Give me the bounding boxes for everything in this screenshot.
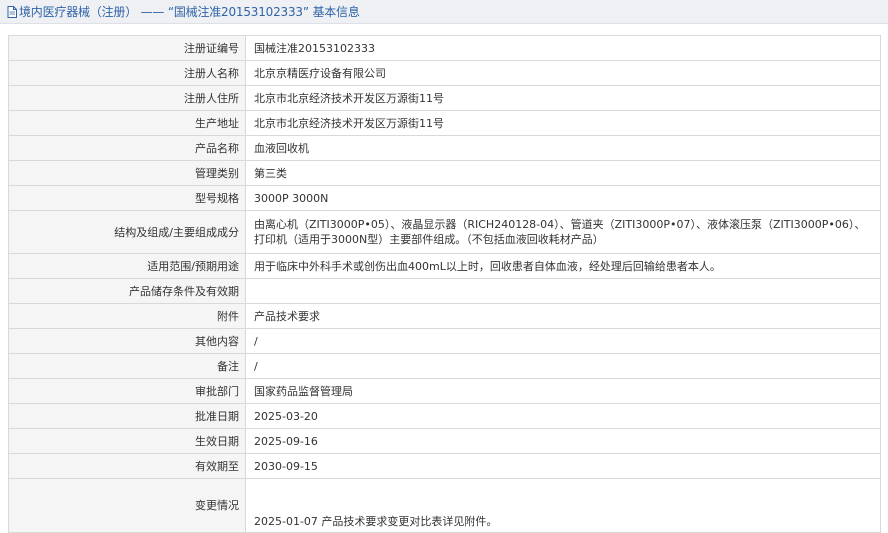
row-label: 变更情况: [8, 478, 246, 533]
row-value: 用于临床中外科手术或创伤出血400mL以上时，回收患者自体血液，经处理后回输给患…: [245, 253, 881, 279]
table-row: 备注 /: [8, 353, 881, 379]
row-label: 生产地址: [8, 110, 246, 136]
row-value: /: [245, 328, 881, 354]
row-label: 产品储存条件及有效期: [8, 278, 246, 304]
row-value: 第三类: [245, 160, 881, 186]
row-label: 产品名称: [8, 135, 246, 161]
row-value: 北京京精医疗设备有限公司: [245, 60, 881, 86]
table-row: 审批部门 国家药品监督管理局: [8, 378, 881, 404]
row-label: 备注: [8, 353, 246, 379]
row-label: 型号规格: [8, 185, 246, 211]
row-label: 审批部门: [8, 378, 246, 404]
row-value: 国械注准20153102333: [245, 35, 881, 61]
document-icon: [7, 6, 17, 18]
table-row: 结构及组成/主要组成成分 由离心机（ZITI3000P•05）、液晶显示器（RI…: [8, 210, 881, 254]
row-value: 北京市北京经济技术开发区万源街11号: [245, 85, 881, 111]
row-value: 2030-09-15: [245, 453, 881, 479]
table-row: 管理类别 第三类: [8, 160, 881, 186]
row-value: 3000P 3000N: [245, 185, 881, 211]
row-label: 批准日期: [8, 403, 246, 429]
table-row: 附件 产品技术要求: [8, 303, 881, 329]
table-row: 有效期至 2030-09-15: [8, 453, 881, 479]
page-header: 境内医疗器械（注册） —— “国械注准20153102333” 基本信息: [0, 0, 888, 24]
row-label: 附件: [8, 303, 246, 329]
table-row: 适用范围/预期用途 用于临床中外科手术或创伤出血400mL以上时，回收患者自体血…: [8, 253, 881, 279]
row-label: 管理类别: [8, 160, 246, 186]
table-row: 变更情况 2025-01-07 产品技术要求变更对比表详见附件。: [8, 478, 881, 533]
row-value: 国家药品监督管理局: [245, 378, 881, 404]
row-value: 由离心机（ZITI3000P•05）、液晶显示器（RICH240128-04）、…: [245, 210, 881, 254]
row-label: 适用范围/预期用途: [8, 253, 246, 279]
table-row: 注册人名称 北京京精医疗设备有限公司: [8, 60, 881, 86]
table-row: 生效日期 2025-09-16: [8, 428, 881, 454]
row-label: 结构及组成/主要组成成分: [8, 210, 246, 254]
table-row: 其他内容 /: [8, 328, 881, 354]
table-row: 产品名称 血液回收机: [8, 135, 881, 161]
row-value: [245, 278, 881, 304]
table-row: 产品储存条件及有效期: [8, 278, 881, 304]
row-value: 北京市北京经济技术开发区万源街11号: [245, 110, 881, 136]
row-label: 有效期至: [8, 453, 246, 479]
row-value: 2025-01-07 产品技术要求变更对比表详见附件。: [245, 478, 881, 533]
row-value: 2025-09-16: [245, 428, 881, 454]
row-value: /: [245, 353, 881, 379]
row-value: 2025-03-20: [245, 403, 881, 429]
row-label: 其他内容: [8, 328, 246, 354]
table-row: 批准日期 2025-03-20: [8, 403, 881, 429]
row-label: 注册人名称: [8, 60, 246, 86]
row-label: 生效日期: [8, 428, 246, 454]
row-label: 注册证编号: [8, 35, 246, 61]
row-label: 注册人住所: [8, 85, 246, 111]
table-row: 注册证编号 国械注准20153102333: [8, 35, 881, 61]
table-row: 生产地址 北京市北京经济技术开发区万源街11号: [8, 110, 881, 136]
page-title: 境内医疗器械（注册） —— “国械注准20153102333” 基本信息: [19, 5, 360, 19]
row-value: 血液回收机: [245, 135, 881, 161]
row-value: 产品技术要求: [245, 303, 881, 329]
table-row: 型号规格 3000P 3000N: [8, 185, 881, 211]
registration-info-table: 注册证编号 国械注准20153102333 注册人名称 北京京精医疗设备有限公司…: [8, 35, 881, 533]
table-row: 注册人住所 北京市北京经济技术开发区万源街11号: [8, 85, 881, 111]
